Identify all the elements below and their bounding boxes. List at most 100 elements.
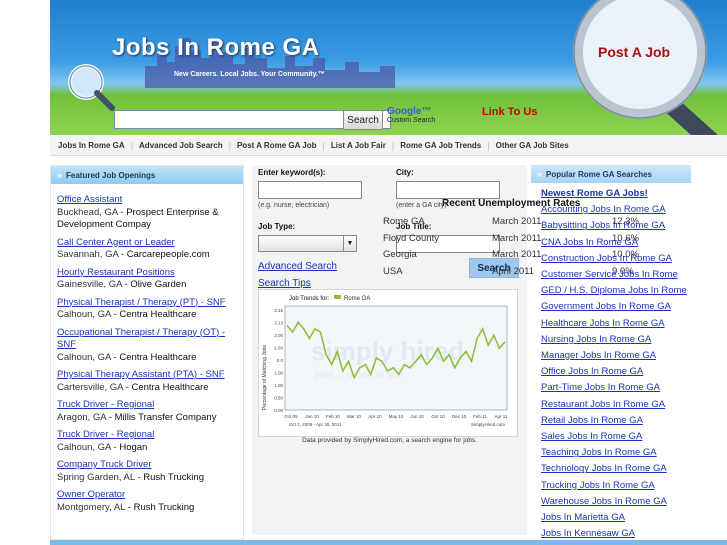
popular-search-link[interactable]: Restaurant Jobs In Rome GA xyxy=(541,397,691,413)
double-chevron-icon: » xyxy=(57,170,63,180)
nav-item-post-job[interactable]: Post A Rome GA Job xyxy=(237,141,317,150)
nav-separator: | xyxy=(391,140,395,151)
job-listing: Office Assistant Buckhead, GA - Prospect … xyxy=(57,194,237,232)
chart-watermark: simply hired xyxy=(311,336,464,366)
google-logo: Google™ xyxy=(387,106,432,117)
chart-x-tick: Mar 10 xyxy=(347,414,362,419)
city-input[interactable] xyxy=(396,181,500,199)
job-separator: - xyxy=(106,411,115,423)
job-title-link[interactable]: Truck Driver - Regional xyxy=(57,399,237,412)
keyword-input[interactable] xyxy=(258,181,362,199)
job-title-link[interactable]: Office Assistant xyxy=(57,194,237,207)
popular-searches-heading: » Popular Rome GA Searches xyxy=(531,165,691,183)
job-company: Olive Garden xyxy=(130,279,187,290)
featured-jobs-title: Featured Job Openings xyxy=(66,170,156,180)
chart-y-tick: 0.50 xyxy=(274,396,283,401)
search-tips-link[interactable]: Search Tips xyxy=(258,278,311,289)
popular-search-link[interactable]: Nursing Jobs In Rome GA xyxy=(541,332,691,348)
popular-search-link[interactable]: Technology Jobs In Rome GA xyxy=(541,461,691,477)
google-custom-search-label: Google™ Custom Search xyxy=(387,107,435,125)
popular-search-link[interactable]: Accounting Jobs In Rome GA xyxy=(541,202,691,218)
job-title-link[interactable]: Company Truck Driver xyxy=(57,459,237,472)
popular-search-link[interactable]: Trucking Jobs In Rome GA xyxy=(541,478,691,494)
city-label: City: xyxy=(396,168,414,177)
nav-separator: | xyxy=(322,140,325,151)
job-company: Carcarepeople.com xyxy=(126,249,210,260)
footer-bar xyxy=(50,540,727,545)
job-location: Calhoun, GA xyxy=(57,441,111,453)
job-separator: - xyxy=(134,471,144,483)
popular-search-link[interactable]: Healthcare Jobs In Rome GA xyxy=(541,316,691,332)
popular-search-link[interactable]: GED / H.S. Diploma Jobs In Rome xyxy=(541,283,691,299)
popular-search-link[interactable]: Warehouse Jobs In Rome GA xyxy=(541,494,691,510)
city-hint: (enter a GA city) xyxy=(396,202,447,209)
link-to-us-link[interactable]: Link To Us xyxy=(482,106,537,118)
job-title-link[interactable]: Owner Operator xyxy=(57,489,237,502)
job-location: Calhoun, GA xyxy=(57,309,111,320)
nav-item-job-trends[interactable]: Rome GA Job Trends xyxy=(400,141,481,150)
job-title-link[interactable]: Occupational Therapist / Therapy (OT) - … xyxy=(57,327,237,352)
popular-search-link[interactable]: Manager Jobs In Rome GA xyxy=(541,348,691,364)
nav-item-advanced-search[interactable]: Advanced Job Search xyxy=(139,141,223,150)
post-a-job-link[interactable]: Post A Job xyxy=(598,44,670,60)
double-chevron-icon: » xyxy=(537,169,543,179)
unemployment-area: Rome GA xyxy=(383,216,425,227)
header-banner: Jobs In Rome GA New Careers. Local Jobs.… xyxy=(50,0,727,135)
site-title[interactable]: Jobs In Rome GA xyxy=(112,34,320,62)
chart-y-tick: 3.00 xyxy=(274,333,283,338)
nav-item-job-fair[interactable]: List A Job Fair xyxy=(331,141,386,150)
featured-jobs-heading: » Featured Job Openings xyxy=(51,166,243,184)
popular-search-link[interactable]: Office Jobs In Rome GA xyxy=(541,364,691,380)
main-nav: Jobs In Rome GA | Advanced Job Search | … xyxy=(50,136,727,156)
chart-y-tick: 1.00 xyxy=(274,371,283,376)
popular-search-link[interactable]: Jobs In Kennesaw GA xyxy=(541,526,691,540)
job-title-link[interactable]: Call Center Agent or Leader xyxy=(57,237,237,250)
chart-y-axis-label: Percentage of Matching Jobs xyxy=(262,345,268,410)
chart-legend-label: Rome GA xyxy=(344,296,370,302)
job-title-link[interactable]: Physical Therapy Assistant (PTA) - SNF xyxy=(57,369,237,382)
chart-brand: SimplyHired.com xyxy=(471,422,505,427)
popular-search-link[interactable]: Retail Jobs In Rome GA xyxy=(541,413,691,429)
job-location: Gainesville, GA xyxy=(57,279,122,290)
job-location: Aragon, GA xyxy=(57,411,107,423)
job-company: Centra Healthcare xyxy=(119,309,197,320)
job-type-select[interactable]: ▼ xyxy=(258,235,357,252)
job-trends-svg: Job Trends for: Rome GA simply hired jobs .… xyxy=(262,295,508,427)
unemployment-month: April 2011 xyxy=(492,265,535,277)
advanced-search-link[interactable]: Advanced Search xyxy=(258,261,337,272)
job-company: Rush Trucking xyxy=(133,501,195,513)
job-listing: Hourly Restaurant Positions Gainesville, … xyxy=(57,267,237,292)
chart-x-tick: Oct 10 xyxy=(431,414,445,419)
popular-search-link[interactable]: Part-Time Jobs In Rome GA xyxy=(541,380,691,396)
keyword-label: Enter keyword(s): xyxy=(258,168,326,177)
popular-search-link[interactable]: Government Jobs In Rome GA xyxy=(541,299,691,315)
chart-x-tick: Jun 10 xyxy=(410,414,424,419)
popular-search-link[interactable]: Newest Rome GA Jobs! xyxy=(541,186,691,202)
site-search-button[interactable]: Search xyxy=(343,110,383,130)
nav-item-jobs-in-rome[interactable]: Jobs In Rome GA xyxy=(58,141,125,150)
legend-swatch xyxy=(334,295,341,299)
chart-title: Job Trends for: xyxy=(289,296,329,302)
popular-search-link[interactable]: Customer Service Jobs In Rome xyxy=(541,267,691,283)
job-title-link[interactable]: Physical Therapist / Therapy (PT) - SNF xyxy=(57,297,237,310)
job-title-link[interactable]: Truck Driver - Regional xyxy=(57,429,237,442)
popular-search-link[interactable]: Babysitting Jobs In Rome GA xyxy=(541,218,691,234)
popular-searches-panel: » Popular Rome GA Searches Newest Rome G… xyxy=(531,165,691,540)
popular-search-link[interactable]: Teaching Jobs In Rome GA xyxy=(541,445,691,461)
featured-jobs-list: Office Assistant Buckhead, GA - Prospect … xyxy=(51,184,243,514)
unemployment-area: Floyd County xyxy=(383,232,439,244)
chart-y-tick: 0.00 xyxy=(274,408,283,413)
nav-item-other-sites[interactable]: Other GA Job Sites xyxy=(496,141,569,150)
popular-search-link[interactable]: Sales Jobs In Rome GA xyxy=(541,429,691,445)
popular-search-link[interactable]: CNA Jobs In Rome GA xyxy=(541,235,691,251)
job-location: Cartersville, GA xyxy=(57,381,123,393)
dropdown-arrow-icon: ▼ xyxy=(343,236,356,251)
popular-search-link[interactable]: Construction Jobs In Rome GA xyxy=(541,251,691,267)
chart-y-tick: 1.00 xyxy=(274,383,283,388)
job-title-link[interactable]: Hourly Restaurant Positions xyxy=(57,267,237,280)
nav-separator: | xyxy=(487,140,490,151)
popular-search-link[interactable]: Jobs In Marietta GA xyxy=(541,510,691,526)
chart-credit: Data provided by SimplyHired.com, a sear… xyxy=(302,437,477,444)
site-tagline: New Careers. Local Jobs. Your Community.… xyxy=(174,71,325,78)
job-type-label: Job Type: xyxy=(258,222,296,231)
